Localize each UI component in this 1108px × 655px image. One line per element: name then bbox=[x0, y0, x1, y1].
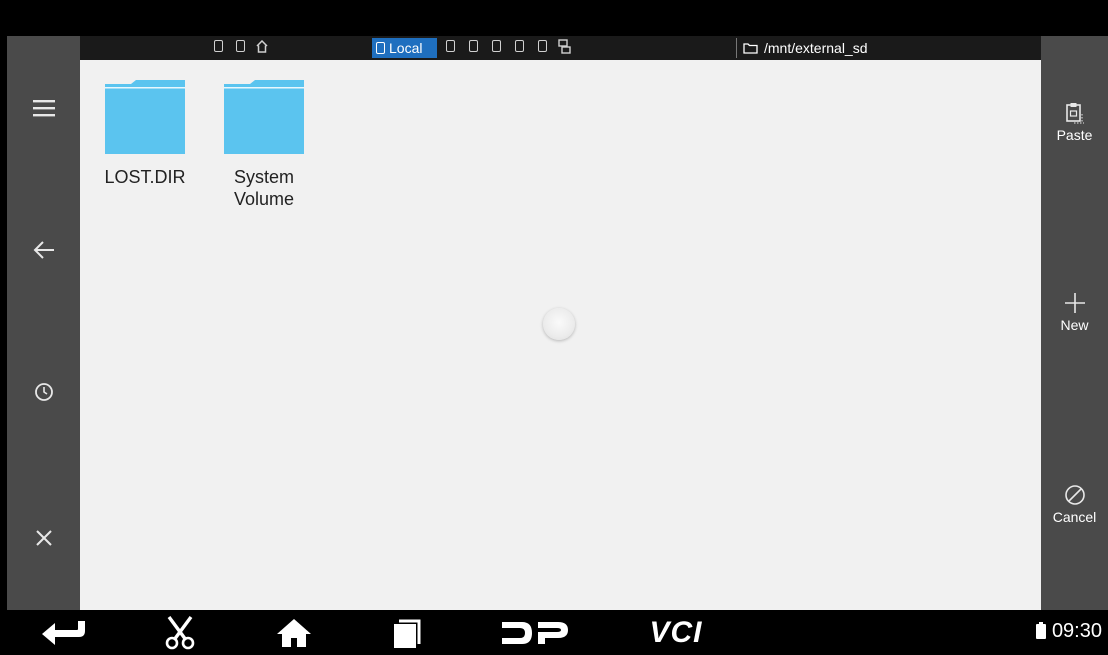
vci-label: VCI bbox=[649, 615, 703, 649]
right-toolbar: Paste New Cancel bbox=[1041, 36, 1108, 610]
vci-button[interactable]: VCI bbox=[636, 610, 716, 655]
folder-item[interactable]: LOST.DIR bbox=[95, 78, 195, 188]
tab-local[interactable]: Local bbox=[372, 38, 437, 58]
system-nav-bar: VCI 09:30 bbox=[0, 610, 1108, 655]
dp-logo-icon bbox=[502, 621, 568, 644]
home-icon bbox=[277, 618, 311, 647]
menu-icon bbox=[32, 100, 55, 117]
current-path: /mnt/external_sd bbox=[764, 40, 868, 56]
path-breadcrumb[interactable]: /mnt/external_sd bbox=[743, 38, 868, 58]
paste-label: Paste bbox=[1056, 127, 1093, 143]
nav-home-button[interactable] bbox=[272, 610, 316, 655]
back-button[interactable] bbox=[7, 220, 80, 280]
folder-item[interactable]: System Volume bbox=[214, 78, 314, 210]
storage-device-icon[interactable] bbox=[515, 40, 524, 52]
storage-device-icon[interactable] bbox=[446, 40, 455, 52]
cancel-button[interactable]: Cancel bbox=[1041, 484, 1108, 525]
recent-apps-icon bbox=[394, 619, 421, 648]
storage-device-icon[interactable] bbox=[469, 40, 478, 52]
cancel-label: Cancel bbox=[1052, 509, 1097, 525]
close-button[interactable] bbox=[7, 508, 80, 568]
location-bar: Local /mnt/external_sd bbox=[80, 36, 1041, 60]
dp-app-button[interactable] bbox=[498, 610, 572, 655]
path-divider bbox=[736, 38, 737, 58]
network-storage-icon[interactable] bbox=[558, 39, 571, 54]
plus-icon bbox=[1064, 293, 1085, 313]
file-browser: LOST.DIR System Volume bbox=[80, 60, 1041, 610]
home-folder-icon[interactable] bbox=[256, 40, 268, 53]
menu-button[interactable] bbox=[7, 78, 80, 138]
folder-name: LOST.DIR bbox=[104, 167, 186, 187]
history-clock-icon bbox=[34, 383, 53, 401]
close-icon bbox=[35, 530, 52, 546]
storage-device-icon[interactable] bbox=[214, 40, 223, 52]
screenshot-button[interactable] bbox=[158, 610, 202, 655]
tab-local-label: Local bbox=[389, 40, 423, 56]
storage-device-icon[interactable] bbox=[236, 40, 245, 52]
status-clock: 09:30 bbox=[1035, 620, 1102, 643]
storage-device-icon[interactable] bbox=[538, 40, 547, 52]
folder-outline-icon bbox=[743, 43, 758, 54]
cancel-icon bbox=[1064, 485, 1085, 505]
clipboard-icon bbox=[1065, 103, 1084, 124]
clock-time: 09:30 bbox=[1051, 620, 1102, 642]
folder-icon bbox=[105, 80, 185, 154]
folder-name: System Volume bbox=[233, 167, 295, 209]
loading-spinner bbox=[543, 308, 575, 340]
back-arrow-icon bbox=[33, 241, 54, 259]
folder-icon bbox=[224, 80, 304, 154]
scissors-icon bbox=[165, 615, 195, 649]
new-button[interactable]: New bbox=[1041, 292, 1108, 333]
battery-icon bbox=[1035, 622, 1046, 639]
nav-recents-button[interactable] bbox=[388, 610, 428, 655]
nav-back-button[interactable] bbox=[40, 610, 90, 655]
history-button[interactable] bbox=[7, 362, 80, 422]
phone-storage-icon bbox=[376, 42, 385, 54]
return-arrow-icon bbox=[42, 620, 85, 645]
left-toolbar bbox=[7, 36, 80, 610]
new-label: New bbox=[1060, 317, 1089, 333]
storage-device-icon[interactable] bbox=[492, 40, 501, 52]
paste-button[interactable]: Paste bbox=[1041, 102, 1108, 143]
